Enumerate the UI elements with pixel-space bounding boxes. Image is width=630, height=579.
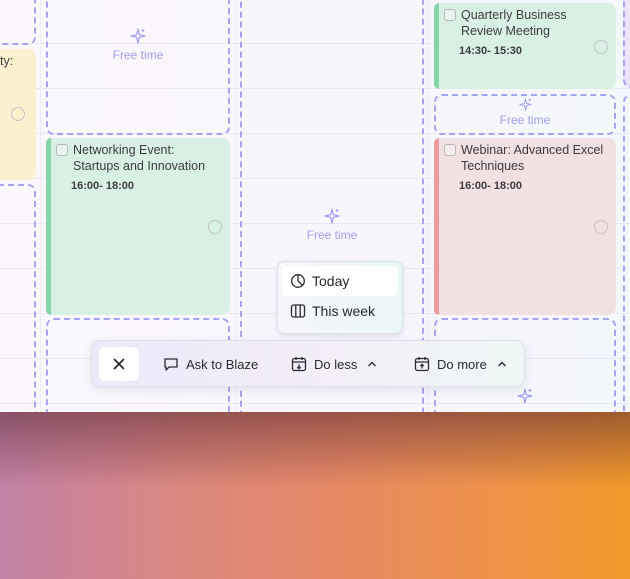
close-icon (113, 358, 125, 370)
complete-toggle[interactable] (594, 40, 608, 54)
columns-icon (290, 304, 306, 318)
free-time-marker: Free time (240, 208, 424, 242)
sparkle-icon (517, 388, 533, 404)
scope-week-item[interactable]: This week (282, 296, 398, 326)
event-time: 16:00- 18:00 (71, 180, 134, 192)
event-title: Networking Event: Startups and Innovatio… (73, 143, 206, 173)
free-time-label: Free time (499, 113, 551, 127)
sparkle-icon (518, 98, 532, 111)
do-less-button[interactable]: Do less (291, 341, 378, 387)
wallpaper-shadow (0, 412, 630, 579)
free-time-marker (434, 388, 616, 408)
free-time-label: Free time (112, 48, 164, 62)
scope-week-label: This week (312, 303, 376, 319)
calendar-minus-icon (291, 357, 307, 372)
event-time: 16:00- 18:00 (459, 180, 522, 192)
event-checkbox[interactable] (444, 144, 456, 156)
do-more-label: Do more (437, 356, 487, 372)
free-time-marker: Free time (46, 28, 230, 62)
day-column-divider (40, 0, 41, 412)
event-checkbox[interactable] (56, 144, 68, 156)
calendar-plus-icon (414, 357, 430, 372)
event-card[interactable]: Quarterly Business Review Meeting 14:30-… (434, 3, 616, 89)
scope-today-item[interactable]: Today (282, 266, 398, 296)
calendar-window: ty: Free time Networking Event: Startups… (0, 0, 630, 412)
desktop-wallpaper (0, 412, 630, 579)
event-time: 14:30- 15:30 (459, 45, 522, 57)
event-title: Webinar: Advanced Excel Techniques (461, 143, 604, 173)
complete-toggle[interactable] (11, 107, 25, 121)
ask-blaze-label: Ask to Blaze (186, 356, 259, 372)
event-color-bar (434, 138, 439, 315)
sparkle-icon (324, 208, 340, 224)
event-title: Quarterly Business Review Meeting (461, 8, 567, 38)
sparkle-icon (130, 28, 146, 44)
free-slot[interactable] (46, 0, 230, 135)
complete-toggle[interactable] (208, 220, 222, 234)
do-less-label: Do less (314, 356, 358, 372)
event-title: ty: (0, 54, 14, 68)
event-color-bar (46, 138, 51, 315)
free-slot[interactable] (0, 0, 36, 45)
event-card[interactable]: Networking Event: Startups and Innovatio… (46, 138, 230, 315)
free-slot[interactable] (0, 184, 36, 412)
event-card-partial[interactable]: ty: (0, 49, 36, 180)
scope-today-label: Today (312, 273, 350, 289)
free-slot[interactable] (623, 94, 630, 412)
ask-blaze-button[interactable]: Ask to Blaze (163, 341, 258, 387)
free-time-marker: Free time (434, 98, 616, 127)
free-time-label: Free time (306, 228, 358, 242)
scope-menu: Today This week (277, 261, 403, 334)
complete-toggle[interactable] (594, 220, 608, 234)
do-more-button[interactable]: Do more (414, 341, 508, 387)
close-button[interactable] (99, 347, 139, 381)
event-card[interactable]: Webinar: Advanced Excel Techniques 16:00… (434, 138, 616, 315)
clock-icon (291, 274, 305, 288)
event-color-bar (434, 3, 439, 89)
ai-toolbar: Ask to Blaze Do less Do more (91, 340, 525, 387)
chat-bubble-icon (164, 358, 178, 371)
chevron-up-icon (368, 361, 377, 367)
event-card-partial[interactable] (623, 0, 630, 88)
event-checkbox[interactable] (444, 9, 456, 21)
chevron-up-icon (497, 361, 506, 367)
